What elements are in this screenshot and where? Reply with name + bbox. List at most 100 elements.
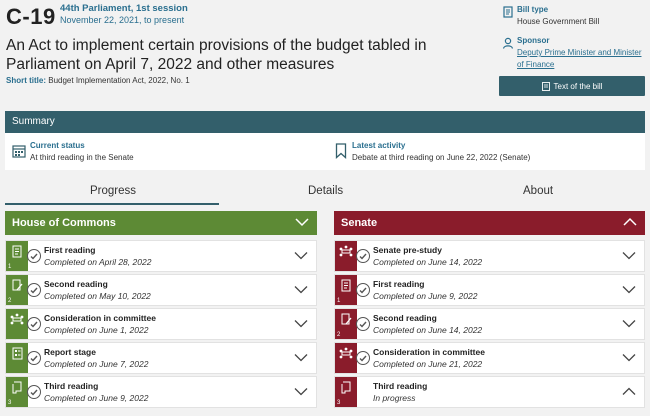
chevron-down-icon[interactable] [294,387,308,396]
stage-status: Completed on April 28, 2022 [44,257,152,267]
stage-status: Completed on May 10, 2022 [44,291,151,301]
text-of-bill-label: Text of the bill [553,81,603,91]
stage-status: Completed on June 9, 2022 [44,393,149,403]
bill-number: C-19 [6,4,56,29]
stage-status: In progress [373,393,416,403]
stage-row[interactable]: 1 First reading Completed on June 9, 202… [334,274,645,306]
short-title-value: Budget Implementation Act, 2022, No. 1 [48,76,190,85]
document-icon [12,245,22,258]
stage-status: Completed on June 14, 2022 [373,257,483,267]
checkmark-icon [356,283,370,297]
house-of-commons-title: House of Commons [12,217,116,229]
tab-about[interactable]: About [523,185,553,197]
committee-icon [10,313,24,325]
chevron-down-icon [295,218,309,227]
stage-badge [6,343,28,373]
house-of-commons-header[interactable]: House of Commons [5,211,317,235]
stage-status: Completed on June 7, 2022 [44,359,149,369]
stage-status: Completed on June 9, 2022 [373,291,478,301]
stage-row[interactable]: Consideration in committee Completed on … [334,342,645,374]
current-status-value: At third reading in the Senate [30,153,134,162]
stage-title: First reading [44,245,96,255]
checkmark-icon [27,385,41,399]
senate-header[interactable]: Senate [334,211,645,235]
stage-badge: 1 [335,275,357,305]
chevron-down-icon[interactable] [622,319,636,328]
scroll-icon [12,381,21,394]
stage-badge [335,241,357,271]
stage-badge: 3 [6,377,28,407]
committee-icon [339,347,353,359]
latest-activity-label: Latest activity [352,141,406,150]
stage-title: Third reading [373,381,428,391]
stage-row[interactable]: 1 First reading Completed on April 28, 2… [5,240,317,272]
stage-title: Consideration in committee [373,347,485,357]
session-label: 44th Parliament, 1st session [60,3,188,14]
stage-badge: 3 [335,377,357,407]
stage-status: Completed on June 1, 2022 [44,325,149,335]
tab-progress[interactable]: Progress [90,185,136,197]
bookmark-icon [335,143,347,159]
document-pen-icon [341,313,351,325]
stage-title: First reading [373,279,425,289]
document-icon [541,81,550,91]
short-title-label: Short title: [6,76,46,85]
stage-number: 2 [8,298,12,304]
chevron-down-icon[interactable] [294,353,308,362]
document-icon [503,6,513,18]
stage-title: Third reading [44,381,99,391]
chevron-down-icon[interactable] [622,353,636,362]
stage-row[interactable]: 2 Second reading Completed on May 10, 20… [5,274,317,306]
calendar-icon [12,145,26,158]
stage-row[interactable]: 2 Second reading Completed on June 14, 2… [334,308,645,340]
stage-badge [6,309,28,339]
checkmark-icon [356,351,370,365]
stage-number: 3 [8,400,12,406]
sponsor-link[interactable]: Deputy Prime Minister and Minister of Fi… [517,47,647,70]
bill-long-title: An Act to implement certain provisions o… [6,37,427,73]
stage-number: 2 [337,332,341,338]
stage-number: 3 [337,400,341,406]
bill-type-label: Bill type [517,5,549,14]
chevron-down-icon[interactable] [294,285,308,294]
stage-badge [335,343,357,373]
scroll-icon [341,381,350,394]
stage-status: Completed on June 21, 2022 [373,359,483,369]
tab-details[interactable]: Details [308,185,343,197]
chevron-down-icon[interactable] [294,251,308,260]
stage-row[interactable]: Senate pre-study Completed on June 14, 2… [334,240,645,272]
session-dates: November 22, 2021, to present [60,15,185,25]
document-icon [341,279,351,292]
chevron-up-icon[interactable] [622,387,636,396]
stage-row[interactable]: Consideration in committee Completed on … [5,308,317,340]
stage-row[interactable]: Report stage Completed on June 7, 2022 [5,342,317,374]
short-title: Short title: Budget Implementation Act, … [6,76,190,85]
current-status-label: Current status [30,141,85,150]
chevron-down-icon[interactable] [622,285,636,294]
stage-status: Completed on June 14, 2022 [373,325,483,335]
checkmark-icon [27,249,41,263]
stage-badge: 2 [335,309,357,339]
stage-number: 1 [8,264,12,270]
checkmark-icon [27,351,41,365]
report-icon [12,347,22,360]
stage-title: Consideration in committee [44,313,156,323]
stage-title: Second reading [44,279,108,289]
checkmark-icon [27,283,41,297]
summary-panel [5,133,645,170]
chevron-down-icon[interactable] [294,319,308,328]
checkmark-icon [27,317,41,331]
stage-row[interactable]: 3 Third reading In progress [334,376,645,408]
active-tab-indicator [5,203,219,205]
stage-badge: 2 [6,275,28,305]
stage-badge: 1 [6,241,28,271]
checkmark-icon [356,249,370,263]
stage-row[interactable]: 3 Third reading Completed on June 9, 202… [5,376,317,408]
stage-title: Report stage [44,347,96,357]
bill-type-value: House Government Bill [517,17,600,26]
summary-header: Summary [5,111,645,133]
sponsor-label: Sponsor [517,36,550,45]
stage-title: Second reading [373,313,437,323]
chevron-down-icon[interactable] [622,251,636,260]
text-of-bill-button[interactable]: Text of the bill [499,76,645,96]
